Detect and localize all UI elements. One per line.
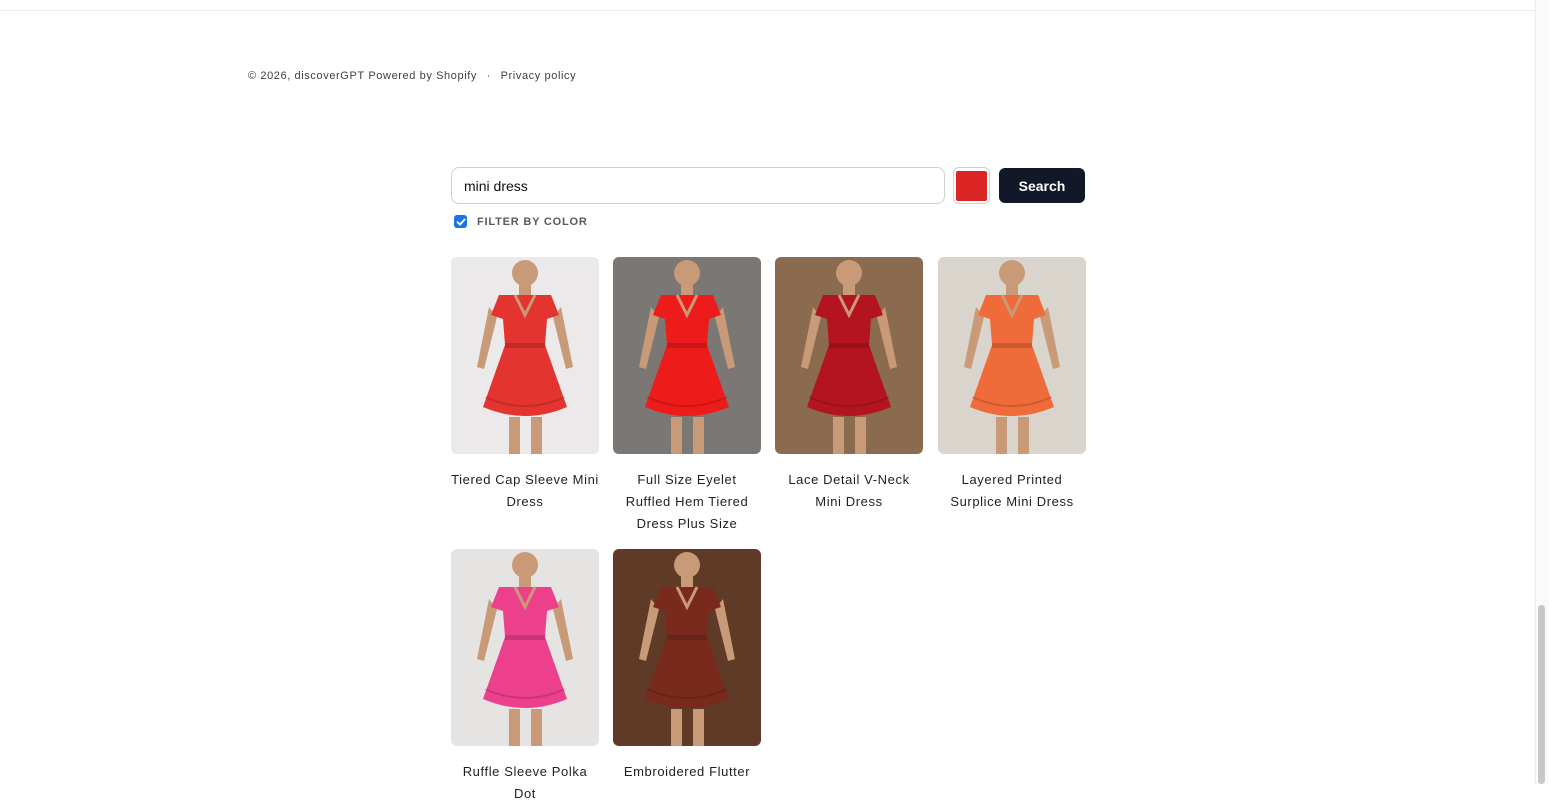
- filter-by-color-checkbox[interactable]: [454, 215, 467, 228]
- dress-photo-icon: [451, 257, 599, 454]
- privacy-policy-link[interactable]: Privacy policy: [501, 70, 577, 82]
- product-card[interactable]: Embroidered Flutter: [613, 549, 761, 783]
- dress-photo-icon: [613, 257, 761, 454]
- product-card[interactable]: Lace Detail V-Neck Mini Dress: [775, 257, 923, 513]
- product-card[interactable]: Full Size Eyelet Ruffled Hem Tiered Dres…: [613, 257, 761, 535]
- scrollbar-thumb[interactable]: [1538, 605, 1545, 784]
- product-card[interactable]: Layered Printed Surplice Mini Dress: [938, 257, 1086, 513]
- footer-copyright: © 2026, discoverGPT: [248, 70, 365, 82]
- product-card[interactable]: Tiered Cap Sleeve Mini Dress: [451, 257, 599, 513]
- powered-by-shopify-link[interactable]: Powered by Shopify: [368, 70, 477, 82]
- footer-row: © 2026, discoverGPT Powered by Shopify ·…: [248, 70, 576, 82]
- search-button[interactable]: Search: [999, 168, 1085, 203]
- product-title[interactable]: Lace Detail V-Neck Mini Dress: [775, 469, 923, 513]
- dress-photo-icon: [451, 549, 599, 746]
- product-image[interactable]: [613, 257, 761, 454]
- dress-photo-icon: [938, 257, 1086, 454]
- product-title[interactable]: Full Size Eyelet Ruffled Hem Tiered Dres…: [613, 469, 761, 535]
- dress-photo-icon: [775, 257, 923, 454]
- product-title[interactable]: Ruffle Sleeve Polka Dot: [451, 761, 599, 805]
- search-input[interactable]: [451, 167, 945, 204]
- color-picker[interactable]: [953, 167, 990, 204]
- product-image[interactable]: [451, 549, 599, 746]
- color-swatch-fill: [956, 170, 987, 201]
- filter-by-color-row: FILTER BY COLOR: [454, 215, 588, 228]
- product-title[interactable]: Tiered Cap Sleeve Mini Dress: [451, 469, 599, 513]
- product-image[interactable]: [613, 549, 761, 746]
- dress-photo-icon: [613, 549, 761, 746]
- product-image[interactable]: [938, 257, 1086, 454]
- footer-separator: ·: [486, 70, 491, 82]
- filter-by-color-label: FILTER BY COLOR: [477, 215, 588, 228]
- top-divider: [0, 10, 1535, 11]
- product-title[interactable]: Embroidered Flutter: [613, 761, 761, 783]
- product-image[interactable]: [451, 257, 599, 454]
- product-image[interactable]: [775, 257, 923, 454]
- checkmark-icon: [456, 218, 465, 225]
- product-card[interactable]: Ruffle Sleeve Polka Dot: [451, 549, 599, 805]
- product-title[interactable]: Layered Printed Surplice Mini Dress: [938, 469, 1086, 513]
